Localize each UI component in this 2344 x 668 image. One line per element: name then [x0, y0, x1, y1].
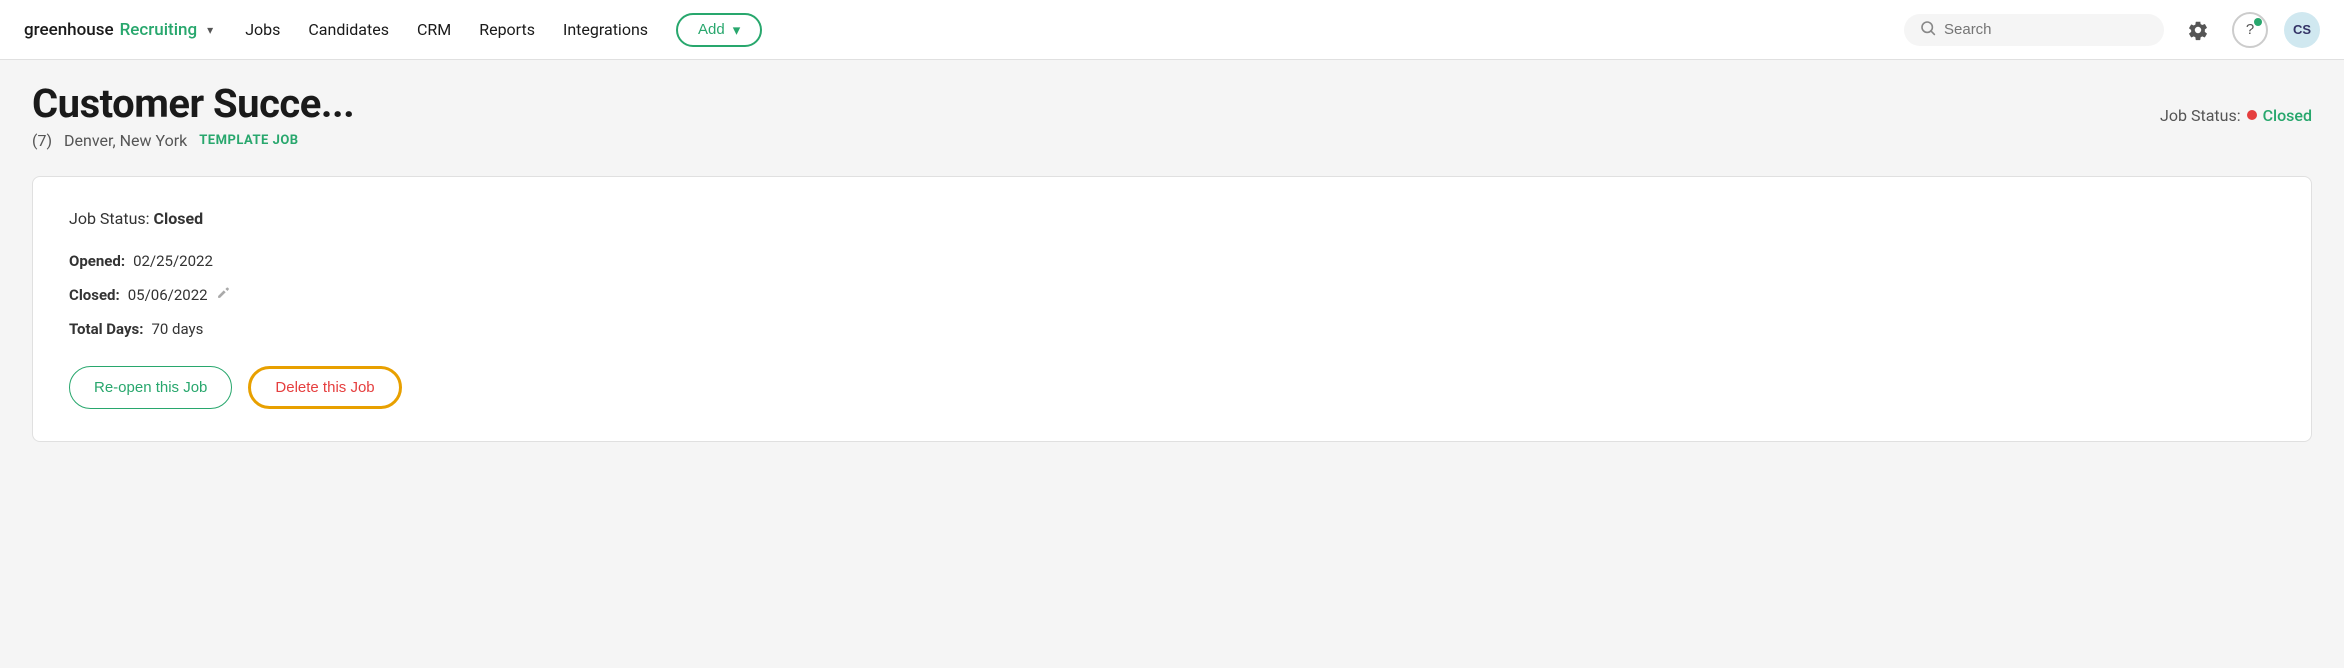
nav-reports[interactable]: Reports	[479, 20, 535, 39]
edit-closed-date-icon[interactable]	[216, 286, 230, 304]
status-value-header: Closed	[2263, 106, 2312, 125]
status-dot	[2247, 110, 2257, 120]
nav-crm[interactable]: CRM	[417, 20, 451, 39]
candidate-count: (7)	[32, 131, 52, 150]
nav-candidates[interactable]: Candidates	[308, 20, 389, 39]
content-area: Job Status: Closed Opened: 02/25/2022 Cl…	[0, 160, 2344, 474]
avatar-button[interactable]: CS	[2284, 12, 2320, 48]
job-title: Customer Succe...	[32, 80, 354, 127]
brand-chevron: ▾	[207, 23, 213, 37]
card-status-value: Closed	[154, 209, 204, 228]
job-location: Denver, New York	[64, 131, 187, 150]
nav-jobs[interactable]: Jobs	[245, 20, 280, 39]
notification-badge	[2254, 18, 2262, 26]
header-left: Customer Succe... (7) Denver, New York T…	[32, 80, 354, 150]
brand-name-prefix: greenhouse	[24, 20, 114, 40]
closed-label: Closed:	[69, 286, 120, 304]
total-days-label: Total Days:	[69, 320, 143, 338]
closed-field: Closed: 05/06/2022	[69, 286, 2275, 304]
job-meta: (7) Denver, New York TEMPLATE JOB	[32, 131, 354, 150]
nav-integrations[interactable]: Integrations	[563, 20, 648, 39]
search-icon	[1920, 20, 1936, 40]
reopen-job-button[interactable]: Re-open this Job	[69, 366, 232, 409]
help-button[interactable]: ?	[2232, 12, 2268, 48]
page-header: Customer Succe... (7) Denver, New York T…	[0, 60, 2344, 160]
job-status-label-header: Job Status:	[2160, 106, 2241, 125]
opened-date: 02/25/2022	[133, 252, 213, 270]
card-status-label: Job Status:	[69, 209, 150, 228]
delete-job-button[interactable]: Delete this Job	[248, 366, 401, 409]
search-input[interactable]	[1944, 21, 2148, 38]
add-button[interactable]: Add ▾	[676, 13, 762, 47]
brand-logo[interactable]: greenhouse Recruiting ▾	[24, 20, 213, 40]
job-details-card: Job Status: Closed Opened: 02/25/2022 Cl…	[32, 176, 2312, 442]
job-status-header: Job Status: Closed	[2160, 106, 2312, 125]
template-badge: TEMPLATE JOB	[199, 133, 298, 148]
total-days-field: Total Days: 70 days	[69, 320, 2275, 338]
card-actions: Re-open this Job Delete this Job	[69, 366, 2275, 409]
navbar-right: ? CS	[1904, 12, 2320, 48]
card-status-row: Job Status: Closed	[69, 209, 2275, 228]
opened-label: Opened:	[69, 252, 125, 270]
settings-button[interactable]	[2180, 12, 2216, 48]
closed-date: 05/06/2022	[128, 286, 208, 304]
search-container	[1904, 14, 2164, 46]
brand-name-suffix: Recruiting	[120, 20, 198, 40]
navbar: greenhouse Recruiting ▾ Jobs Candidates …	[0, 0, 2344, 60]
total-days-value: 70 days	[151, 320, 203, 338]
opened-field: Opened: 02/25/2022	[69, 252, 2275, 270]
nav-links: Jobs Candidates CRM Reports Integrations…	[245, 13, 1872, 47]
